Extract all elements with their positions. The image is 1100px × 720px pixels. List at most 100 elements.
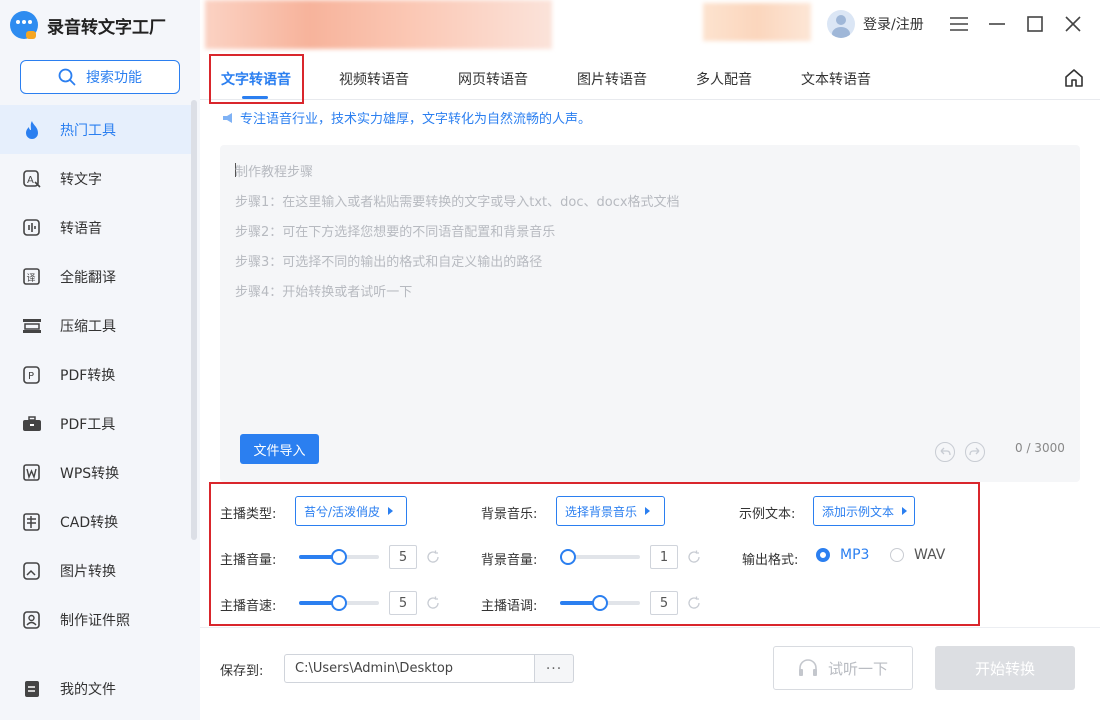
close-icon[interactable] <box>1061 12 1085 36</box>
sidebar-item-label: 图片转换 <box>60 563 116 580</box>
anchor-pitch-value[interactable]: 5 <box>650 591 678 615</box>
slider-knob[interactable] <box>331 595 347 611</box>
sidebar-item-label: 热门工具 <box>60 122 116 139</box>
anchor-speed-value[interactable]: 5 <box>389 591 417 615</box>
bg-volume-slider[interactable] <box>560 549 640 565</box>
anchor-type-value: 苔兮/活泼俏皮 <box>304 504 381 519</box>
ad-banner-blurred[interactable] <box>205 0 552 49</box>
home-icon[interactable] <box>1064 68 1084 92</box>
search-icon <box>58 68 76 86</box>
sidebar-item-wps-convert[interactable]: WPS转换 <box>0 448 194 497</box>
wps-icon <box>22 463 42 483</box>
anchor-pitch-label: 主播语调: <box>481 599 538 614</box>
sidebar-item-image-convert[interactable]: 图片转换 <box>0 546 194 595</box>
sidebar-item-id-photo[interactable]: 制作证件照 <box>0 595 194 644</box>
sidebar-item-pdf-tools[interactable]: PDF工具 <box>0 399 194 448</box>
reset-icon[interactable] <box>687 596 701 610</box>
editor-placeholder-step: 步骤1：在这里输入或者粘贴需要转换的文字或导入txt、doc、docx格式文档 <box>235 195 680 210</box>
svg-text:A: A <box>27 175 34 186</box>
radio-mp3[interactable]: MP3 <box>816 547 869 563</box>
login-label: 登录/注册 <box>863 17 924 33</box>
caret-right-icon <box>902 507 908 515</box>
sidebar-item-cad-convert[interactable]: CAD转换 <box>0 497 194 546</box>
preview-button[interactable]: 试听一下 <box>773 646 913 690</box>
menu-icon[interactable] <box>947 12 971 36</box>
sidebar-item-compress[interactable]: 压缩工具 <box>0 301 194 350</box>
output-format-label: 输出格式: <box>742 553 799 568</box>
character-counter: 0 / 3000 <box>1015 441 1065 455</box>
radio-mp3-label: MP3 <box>840 547 870 563</box>
file-import-button[interactable]: 文件导入 <box>240 434 319 464</box>
tab-image-to-speech[interactable]: 图片转语音 <box>577 50 647 100</box>
bg-volume-label: 背景音量: <box>481 553 538 568</box>
tab-multi-voice[interactable]: 多人配音 <box>696 50 752 100</box>
sidebar-item-label: PDF工具 <box>60 416 116 433</box>
svg-text:P: P <box>28 371 34 382</box>
radio-wav[interactable]: WAV <box>890 547 945 563</box>
editor-placeholder-step: 步骤2：可在下方选择您想要的不同语音配置和背景音乐 <box>235 225 556 240</box>
radio-dot <box>816 548 830 562</box>
anchor-speed-slider[interactable] <box>299 595 379 611</box>
sample-text-select[interactable]: 添加示例文本 <box>813 496 915 526</box>
tab-video-to-speech[interactable]: 视频转语音 <box>339 50 409 100</box>
translate-icon: 译 <box>22 267 42 287</box>
sidebar-item-to-text[interactable]: A 转文字 <box>0 154 194 203</box>
anchor-speed-label: 主播音速: <box>220 599 277 614</box>
anchor-type-select[interactable]: 苔兮/活泼俏皮 <box>295 496 407 526</box>
undo-icon[interactable] <box>935 442 955 462</box>
tab-document-to-speech[interactable]: 文本转语音 <box>801 50 871 100</box>
sidebar-item-label: PDF转换 <box>60 367 116 384</box>
text-editor[interactable]: 制作教程步骤 步骤1：在这里输入或者粘贴需要转换的文字或导入txt、doc、do… <box>220 145 1080 482</box>
slider-knob[interactable] <box>331 549 347 565</box>
briefcase-icon <box>22 414 42 434</box>
maximize-icon[interactable] <box>1023 12 1047 36</box>
fire-icon <box>22 120 42 140</box>
sidebar-item-label: 制作证件照 <box>60 612 130 629</box>
start-convert-button[interactable]: 开始转换 <box>935 646 1075 690</box>
pdf-convert-icon: P <box>22 365 42 385</box>
sidebar-item-hot-tools[interactable]: 热门工具 <box>0 105 194 154</box>
bg-music-label: 背景音乐: <box>481 507 538 522</box>
app-logo: 录音转文字工厂 <box>10 8 166 42</box>
search-button[interactable]: 搜索功能 <box>20 60 180 94</box>
anchor-volume-value[interactable]: 5 <box>389 545 417 569</box>
sidebar-scrollbar[interactable] <box>191 100 197 540</box>
anchor-type-label: 主播类型: <box>220 507 277 522</box>
browse-button[interactable]: ··· <box>534 654 574 683</box>
radio-dot <box>890 548 904 562</box>
reset-icon[interactable] <box>426 550 440 564</box>
reset-icon[interactable] <box>426 596 440 610</box>
reset-icon[interactable] <box>687 550 701 564</box>
bg-music-select[interactable]: 选择背景音乐 <box>556 496 665 526</box>
sidebar-item-translate[interactable]: 译 全能翻译 <box>0 252 194 301</box>
sidebar-item-my-files[interactable]: 我的文件 <box>0 664 194 713</box>
sidebar-item-label: 压缩工具 <box>60 318 116 335</box>
sidebar-item-to-voice[interactable]: 转语音 <box>0 203 194 252</box>
save-path-input[interactable] <box>284 654 535 683</box>
image-icon <box>22 561 42 581</box>
minimize-icon[interactable] <box>985 12 1009 36</box>
radio-wav-label: WAV <box>914 547 946 563</box>
caret-right-icon <box>645 507 651 515</box>
login-button[interactable]: 登录/注册 <box>827 10 924 38</box>
sidebar-item-pdf-convert[interactable]: P PDF转换 <box>0 350 194 399</box>
megaphone-icon <box>223 112 232 123</box>
slider-knob[interactable] <box>592 595 608 611</box>
id-photo-icon <box>22 610 42 630</box>
save-to-label: 保存到: <box>220 664 264 679</box>
svg-text:译: 译 <box>27 273 36 284</box>
sidebar-nav: 热门工具 A 转文字 转语音 译 全能翻译 压缩工具 P PDF转换 PDF工具… <box>0 105 194 644</box>
app-logo-icon <box>10 11 38 39</box>
anchor-volume-slider[interactable] <box>299 549 379 565</box>
anchor-pitch-slider[interactable] <box>560 595 640 611</box>
bg-volume-value[interactable]: 1 <box>650 545 678 569</box>
app-title: 录音转文字工厂 <box>47 17 166 38</box>
title-bar: 登录/注册 <box>200 0 1100 50</box>
tab-webpage-to-speech[interactable]: 网页转语音 <box>458 50 528 100</box>
redo-icon[interactable] <box>965 442 985 462</box>
sidebar: 录音转文字工厂 搜索功能 热门工具 A 转文字 转语音 译 全能翻译 压缩工具 … <box>0 0 200 720</box>
bg-music-value: 选择背景音乐 <box>565 504 638 519</box>
slider-knob[interactable] <box>560 549 576 565</box>
search-button-label: 搜索功能 <box>86 70 142 86</box>
promo-badge-blurred[interactable] <box>703 3 811 41</box>
